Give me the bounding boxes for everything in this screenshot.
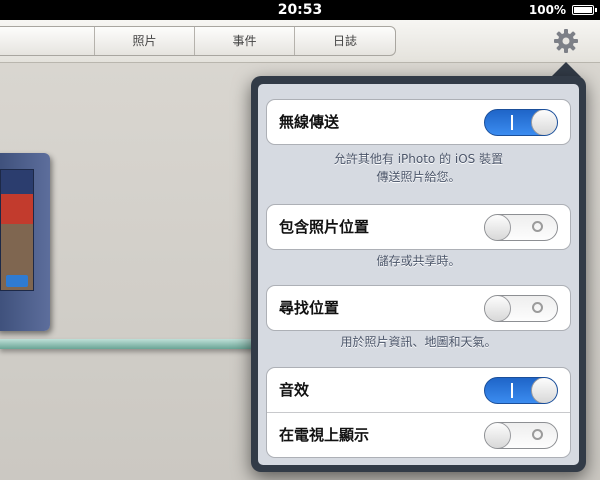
- popover-arrow: [551, 62, 581, 77]
- show-on-tv-label: 在電視上顯示: [279, 426, 370, 444]
- cell-wireless: 無線傳送: [267, 100, 570, 144]
- wireless-toggle[interactable]: [484, 109, 558, 136]
- wireless-footer-line1: 允許其他有 iPhoto 的 iOS 裝置: [333, 152, 504, 166]
- switch-on-mark: [511, 115, 513, 130]
- sound-label: 音效: [279, 381, 310, 399]
- album-cover[interactable]: [0, 153, 50, 331]
- switch-off-mark: [532, 221, 543, 232]
- cell-sound: 音效: [267, 368, 570, 412]
- find-location-label: 尋找位置: [279, 299, 340, 317]
- include-location-toggle[interactable]: [484, 214, 558, 241]
- include-location-label: 包含照片位置: [279, 218, 370, 236]
- status-bar: 20:53 100%: [0, 0, 600, 20]
- wireless-label: 無線傳送: [279, 113, 340, 131]
- segment-photos[interactable]: 照片: [95, 27, 195, 55]
- switch-off-mark: [532, 302, 543, 313]
- album-badge: [6, 275, 28, 287]
- cell-find-location: 尋找位置: [267, 286, 570, 330]
- album-photo: [0, 169, 34, 291]
- settings-popover: 無線傳送 允許其他有 iPhoto 的 iOS 裝置 傳送照片給您。 包含照片位…: [251, 76, 586, 472]
- switch-knob: [485, 423, 511, 448]
- battery-percent: 100%: [528, 3, 566, 17]
- settings-panel: 無線傳送 允許其他有 iPhoto 的 iOS 裝置 傳送照片給您。 包含照片位…: [258, 84, 579, 465]
- cell-include-location: 包含照片位置: [267, 205, 570, 249]
- find-location-toggle[interactable]: [484, 295, 558, 322]
- switch-knob: [485, 296, 511, 321]
- wireless-footer-line2: 傳送照片給您。: [376, 170, 461, 184]
- include-location-footer: 儲存或共享時。: [376, 254, 461, 268]
- segment-events[interactable]: 事件: [195, 27, 295, 55]
- gear-icon[interactable]: [552, 27, 580, 55]
- sound-toggle[interactable]: [484, 377, 558, 404]
- show-on-tv-toggle[interactable]: [484, 422, 558, 449]
- switch-knob: [531, 378, 557, 403]
- battery-icon: [572, 5, 597, 15]
- segment-blank[interactable]: [0, 27, 95, 55]
- group-include-location: 包含照片位置: [266, 204, 571, 250]
- toolbar: 照片 事件 日誌: [0, 20, 600, 63]
- switch-on-mark: [511, 383, 513, 398]
- switch-off-mark: [532, 429, 543, 440]
- find-location-footer: 用於照片資訊、地圖和天氣。: [340, 335, 497, 349]
- group-find-location: 尋找位置: [266, 285, 571, 331]
- view-segmented-control: 照片 事件 日誌: [0, 26, 396, 56]
- segment-journals[interactable]: 日誌: [295, 27, 395, 55]
- shelf-rail: [0, 339, 260, 349]
- group-wireless: 無線傳送: [266, 99, 571, 145]
- status-time: 20:53: [277, 2, 323, 18]
- cell-show-on-tv: 在電視上顯示: [267, 412, 570, 457]
- group-sound-tv: 音效 在電視上顯示: [266, 367, 571, 458]
- switch-knob: [485, 215, 511, 240]
- switch-knob: [531, 110, 557, 135]
